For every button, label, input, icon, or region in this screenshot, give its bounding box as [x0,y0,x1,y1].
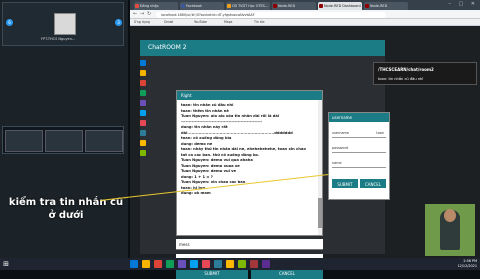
participant-tile[interactable]: 6 3 FPT-THCS Nguyen... [2,2,124,46]
back-icon[interactable]: ← [133,11,137,17]
name-field[interactable]: name [332,159,386,168]
tab-label: Facebook [186,4,202,8]
tab-label: Node-RED [278,4,296,8]
browser-tab[interactable]: Đăng nhập [134,2,178,10]
chat-message: toan: nhảy thử tin nhắn dài ne, eheheheh… [181,147,306,151]
taskbar-app-icon[interactable] [130,260,138,268]
tab-label: Node-RED [370,4,388,8]
bookmark-link[interactable]: Ứng dụng [134,20,150,24]
chat-body: Right toan: tin nhắn cũ đâu nhỉ toan: thê… [140,56,390,279]
message-panel-title: Right [177,91,322,100]
message-panel: Right toan: tin nhắn cũ đâu nhỉ toan: thê… [176,90,323,236]
reload-icon[interactable]: ↻ [147,11,151,17]
taskbar-app-icon[interactable] [214,260,222,268]
toolbar-app-icon[interactable] [140,150,146,156]
url-input[interactable]: localhost:1880/ui/#!/0?socketid=dT-yfgst… [156,11,386,18]
taskbar-app-icon[interactable] [178,260,186,268]
tab-favicon-icon [227,4,231,8]
page-title: ChatROOM 2 [140,40,385,56]
chat-message: dung: ok mam [181,191,211,195]
side-toolbar [140,60,146,260]
avatar [54,13,76,35]
notification-badge: 3 [115,19,122,26]
toolbar-app-icon[interactable] [140,90,146,96]
browser-tab[interactable]: Node-RED [272,2,316,10]
toolbar-app-icon[interactable] [140,100,146,106]
taskbar-app-icon[interactable] [226,260,234,268]
scrollbar[interactable] [318,100,322,235]
toolbar-app-icon[interactable] [140,140,146,146]
bookmark-link[interactable]: Gmail [164,20,173,24]
user-cancel-button[interactable]: CANCEL [360,179,386,188]
notification-popup[interactable]: /THCSCEARN/chat/room2 toan: tin nhắn cũ … [373,62,477,85]
toolbar-app-icon[interactable] [140,70,146,76]
tab-bar: Đăng nhập Facebook CĐ TVDT Học OTES... Node… [130,0,480,10]
taskbar-app-icon[interactable] [250,260,258,268]
tab-label: CĐ TVDT Học OTES... [232,4,269,8]
address-bar: ← → ↻ localhost:1880/ui/#!/0?socketid=dT… [130,10,480,19]
taskbar-app-icon[interactable] [262,260,270,268]
bookmark-link[interactable]: Maps [224,20,232,24]
message-input[interactable]: mess [176,239,323,250]
windows-start-icon[interactable]: ⊞ [2,260,10,268]
tab-favicon-icon [365,4,369,8]
taskbar-app-icon[interactable] [142,260,150,268]
message-list[interactable]: toan: tin nhắn cũ đâu nhỉ toan: thêm tin … [181,103,319,235]
screen-thumbnails [2,126,124,154]
tab-favicon-icon [135,4,139,8]
taskbar-app-icon[interactable] [238,260,246,268]
clock-date: 12/12/2021 [457,264,477,268]
bookmark-link[interactable]: Tin tức [254,20,265,24]
username-value: toan [376,131,384,135]
popup-url: /THCSCEARN/chat/room2 [378,67,434,72]
tab-favicon-icon [181,4,185,8]
window-controls[interactable]: – ▢ ✕ [448,1,478,7]
browser-tab[interactable]: Node-RED [364,2,408,10]
thumbnail[interactable] [85,130,123,152]
system-clock[interactable]: 2:56 PM 12/12/2021 [457,259,477,269]
taskbar-app-icon[interactable] [154,260,162,268]
toolbar-app-icon[interactable] [140,60,146,66]
taskbar-app-icon[interactable] [166,260,174,268]
taskbar-app-icon[interactable] [190,260,198,268]
tab-favicon-icon [319,4,323,8]
password-label: password [332,146,349,150]
browser-tab[interactable]: CĐ TVDT Học OTES... [226,2,270,10]
bookmark-link[interactable]: YouTube [194,20,207,24]
name-label: name [332,161,342,165]
toolbar-app-icon[interactable] [140,130,146,136]
user-panel: username username toan password name SUB… [328,112,390,200]
participant-name: FPT-THCS Nguyen... [41,37,76,41]
presenter-face [444,209,456,222]
toolbar-app-icon[interactable] [140,110,146,116]
username-field[interactable]: username toan [332,129,386,138]
tab-label: Đăng nhập [140,4,159,8]
toolbar-app-icon[interactable] [140,80,146,86]
browser-tab[interactable]: Facebook [180,2,224,10]
taskbar-app-icon[interactable] [202,260,210,268]
password-field[interactable]: password [332,144,386,153]
forward-icon[interactable]: → [140,11,144,17]
user-panel-title: username [329,113,389,122]
taskbar: ⊞ 2:56 PM 12/12/2021 [0,258,480,270]
username-label: username [332,131,349,135]
thumbnail[interactable] [45,130,83,152]
toolbar-app-icon[interactable] [140,120,146,126]
bookmarks-bar: Ứng dụng Gmail YouTube Maps Tin tức [130,19,480,26]
scrollbar-thumb[interactable] [318,198,322,228]
participant-count-badge: 6 [6,19,13,26]
user-submit-button[interactable]: SUBMIT [332,179,358,188]
thumbnail[interactable] [5,130,43,152]
tab-favicon-icon [273,4,277,8]
browser-tab[interactable]: Node-RED Dashboard [318,2,362,10]
popup-message: toan: tin nhắn cũ đâu nhỉ [378,77,424,81]
tab-label: Node-RED Dashboard [324,4,361,8]
